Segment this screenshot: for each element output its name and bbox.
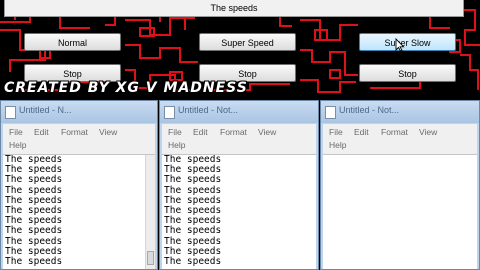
menu-help[interactable]: Help xyxy=(329,140,346,150)
credit-watermark: CREATED BY XG V MADNESS xyxy=(4,80,248,96)
notepad-window-3: Untitled - Not... File Edit Format View … xyxy=(320,100,480,270)
circuit-trace xyxy=(460,54,479,90)
notepad-window-2: Untitled - Not... File Edit Format View … xyxy=(159,100,319,270)
speed-app-window: The speeds Normal Super Speed Super Slow… xyxy=(0,0,480,100)
menu-help[interactable]: Help xyxy=(168,140,185,150)
circuit-trace xyxy=(125,44,198,63)
menu-format[interactable]: Format xyxy=(220,127,247,137)
menu-file[interactable]: File xyxy=(329,127,343,137)
notepad-title: Untitled - Not... xyxy=(339,105,400,115)
notepad-icon xyxy=(164,106,175,119)
text-area[interactable]: The speeds The speeds The speeds The speeds… xyxy=(3,154,155,269)
menu-file[interactable]: File xyxy=(168,127,182,137)
stop-button-3[interactable]: Stop xyxy=(359,64,456,82)
super-speed-button[interactable]: Super Speed xyxy=(199,33,296,51)
menu-edit[interactable]: Edit xyxy=(354,127,369,137)
notepad-icon xyxy=(5,106,16,119)
menu-help[interactable]: Help xyxy=(9,140,26,150)
scroll-thumb[interactable] xyxy=(147,251,154,265)
menu-view[interactable]: View xyxy=(419,127,437,137)
circuit-trace xyxy=(300,79,356,93)
notepad-title: Untitled - Not... xyxy=(178,105,239,115)
app-title: The speeds xyxy=(4,0,464,17)
notepad-title: Untitled - N... xyxy=(19,105,72,115)
circuit-pad xyxy=(329,69,341,79)
mouse-cursor-icon xyxy=(395,38,405,52)
menu-view[interactable]: View xyxy=(99,127,117,137)
text-line: The speeds xyxy=(164,256,222,268)
notepad-title-bar[interactable]: Untitled - Not... xyxy=(321,101,479,123)
menu-edit[interactable]: Edit xyxy=(34,127,49,137)
menu-view[interactable]: View xyxy=(258,127,276,137)
menu-format[interactable]: Format xyxy=(61,127,88,137)
notepad-title-bar[interactable]: Untitled - N... xyxy=(1,101,157,123)
menu-bar: File Edit Format View Help xyxy=(162,124,316,154)
menu-format[interactable]: Format xyxy=(381,127,408,137)
text-area[interactable]: The speeds The speeds The speeds The speeds… xyxy=(162,154,316,269)
notepad-title-bar[interactable]: Untitled - Not... xyxy=(160,101,318,123)
text-line: The speeds xyxy=(5,256,63,268)
notepad-window-1: Untitled - N... File Edit Format View He… xyxy=(0,100,158,270)
normal-button[interactable]: Normal xyxy=(24,33,121,51)
notepad-icon xyxy=(325,106,336,119)
vertical-scrollbar[interactable] xyxy=(145,155,155,269)
circuit-trace xyxy=(300,19,358,41)
menu-bar: File Edit Format View Help xyxy=(323,124,477,154)
menu-bar: File Edit Format View Help xyxy=(3,124,155,154)
menu-file[interactable]: File xyxy=(9,127,23,137)
text-area[interactable] xyxy=(323,154,477,269)
menu-edit[interactable]: Edit xyxy=(193,127,208,137)
super-slow-button[interactable]: Super Slow xyxy=(359,33,456,51)
